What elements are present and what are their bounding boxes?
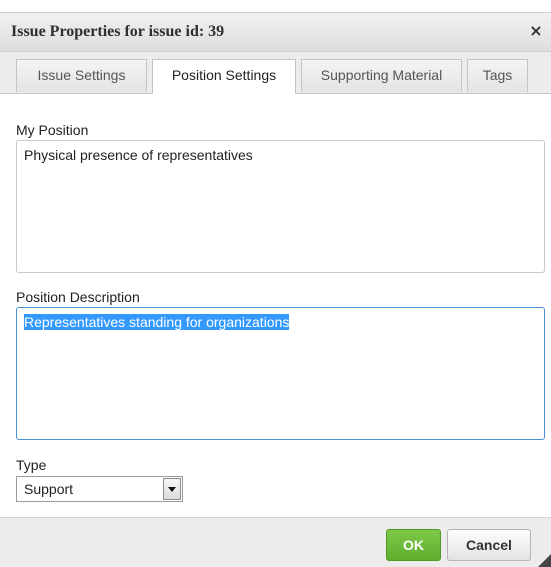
- cancel-button[interactable]: Cancel: [447, 529, 531, 561]
- dialog-title: Issue Properties for issue id: 39: [11, 23, 225, 40]
- tab-tags[interactable]: Tags: [467, 59, 528, 92]
- issue-properties-dialog: Issue Properties for issue id: 39 × Issu…: [0, 0, 551, 567]
- my-position-text: Physical presence of representatives: [24, 147, 253, 163]
- my-position-label: My Position: [16, 122, 89, 138]
- dialog-footer: OK Cancel: [0, 517, 551, 567]
- tab-bar: Issue Settings Position Settings Support…: [0, 52, 551, 94]
- resize-grip-icon[interactable]: [538, 554, 551, 567]
- position-description-textarea[interactable]: Representatives standing for organizatio…: [16, 307, 545, 440]
- ok-button[interactable]: OK: [386, 529, 441, 561]
- my-position-textarea[interactable]: Physical presence of representatives: [16, 140, 545, 273]
- dialog-titlebar[interactable]: Issue Properties for issue id: 39 ×: [0, 12, 551, 52]
- type-select[interactable]: Support: [16, 476, 183, 502]
- type-select-value: Support: [24, 481, 74, 497]
- position-description-label: Position Description: [16, 289, 140, 305]
- close-icon[interactable]: ×: [527, 21, 545, 41]
- tab-position-settings[interactable]: Position Settings: [152, 59, 296, 94]
- tab-issue-settings[interactable]: Issue Settings: [16, 59, 147, 92]
- chevron-down-icon: [168, 487, 176, 492]
- type-label: Type: [16, 457, 47, 473]
- tab-supporting-material[interactable]: Supporting Material: [301, 59, 462, 92]
- type-dropdown-button[interactable]: [163, 478, 181, 500]
- position-description-text: Representatives standing for organizatio…: [24, 314, 290, 330]
